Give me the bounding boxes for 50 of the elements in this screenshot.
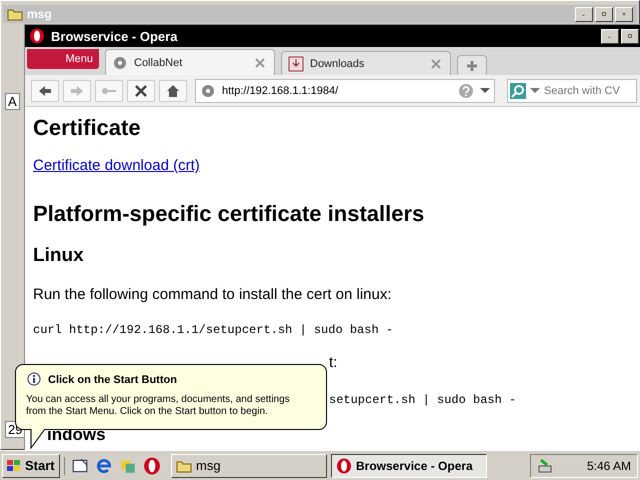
caret-icon xyxy=(480,88,490,93)
stop-button[interactable] xyxy=(127,80,155,102)
stop-icon xyxy=(133,82,149,98)
link[interactable]: Certificate download (crt) xyxy=(33,156,200,176)
menu-button[interactable]: Menu xyxy=(27,49,99,69)
opera-logo-icon xyxy=(29,28,45,44)
browser-tab[interactable]: CollabNet xyxy=(105,49,275,75)
browser-e-icon[interactable] xyxy=(95,456,113,474)
maximize-button[interactable] xyxy=(595,6,613,22)
home-button[interactable] xyxy=(159,80,187,102)
heading: indows xyxy=(47,425,106,444)
code-line: setupcert.sh | sudo bash - xyxy=(329,393,516,407)
download-icon xyxy=(288,56,304,72)
window-title: Browservice - Opera xyxy=(51,28,178,44)
network-icon xyxy=(537,458,553,474)
tooltip-text: You can access all your programs, documents, and settings from the Start Menu. Click on the Start button to begin. xyxy=(26,394,291,418)
opera-logo-icon[interactable] xyxy=(143,456,161,474)
windows-logo-icon xyxy=(6,458,22,474)
browser-tab[interactable]: Downloads xyxy=(281,51,451,75)
info-icon xyxy=(26,372,42,388)
paragraph: Run the following command to install the cert on linux: xyxy=(33,286,392,303)
maximize-icon xyxy=(628,31,632,41)
heading: Certificate xyxy=(33,115,141,140)
code-line: curl http://192.168.1.1/setupcert.sh | sudo bash - xyxy=(33,323,394,337)
heading: Linux xyxy=(33,245,84,266)
globe-icon xyxy=(112,54,128,70)
home-icon xyxy=(165,82,181,98)
window-title: msg xyxy=(27,7,52,21)
heading: Platform-specific certificate installers xyxy=(33,201,424,226)
tooltip-title: Click on the Start Button xyxy=(48,374,177,386)
address-field[interactable]: http://192.168.1.1:1984/ xyxy=(195,78,495,102)
taskbar-button[interactable]: Browservice - Opera xyxy=(331,454,487,478)
caret-icon xyxy=(530,88,540,93)
maximize-button[interactable] xyxy=(621,28,639,44)
start-button[interactable]: Start xyxy=(2,454,60,478)
question-icon xyxy=(458,82,474,98)
opera-logo-icon xyxy=(336,458,352,474)
side-text: A xyxy=(5,93,20,110)
minimize-button[interactable] xyxy=(575,6,593,22)
close-button[interactable] xyxy=(615,6,633,22)
clock: 5:46 AM xyxy=(586,458,631,472)
taskbar-button[interactable]: msg xyxy=(171,454,327,478)
back-button[interactable] xyxy=(31,80,59,102)
minimize-button[interactable] xyxy=(601,28,619,44)
paragraph: t: xyxy=(329,354,338,371)
search-bar[interactable]: Search with CV xyxy=(507,78,637,102)
new-tab-button[interactable] xyxy=(457,55,487,75)
globe-icon xyxy=(200,82,216,98)
search-icon xyxy=(510,82,526,98)
maximize-icon xyxy=(602,9,606,19)
